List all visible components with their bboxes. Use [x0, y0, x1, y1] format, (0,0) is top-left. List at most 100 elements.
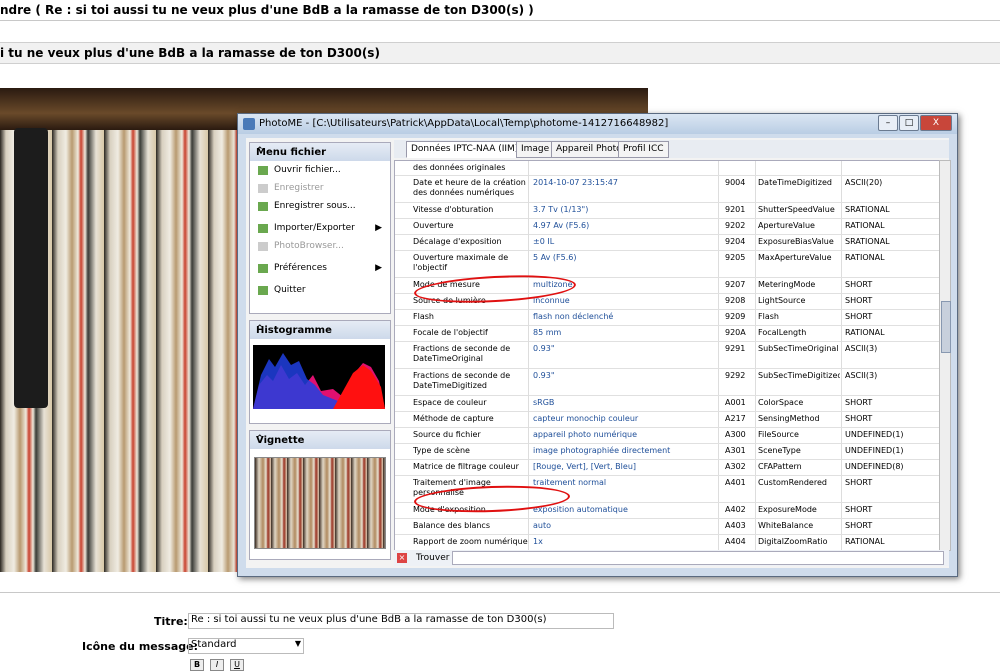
- row-type: RATIONAL: [845, 537, 885, 546]
- menu-item-label: Ouvrir fichier...: [274, 165, 341, 175]
- row-value: ±0 IL: [528, 235, 723, 252]
- row-type: SHORT: [845, 398, 873, 407]
- menu-item[interactable]: PhotoBrowser...: [250, 237, 390, 255]
- page-header: ndre ( Re : si toi aussi tu ne veux plus…: [0, 0, 1000, 21]
- table-row[interactable]: Espace de couleur sRGB A001 ColorSpace SHORT: [395, 396, 940, 413]
- row-name: Méthode de capture: [413, 414, 494, 423]
- row-name: Date et heure de la création des données…: [413, 178, 526, 197]
- row-type: SHORT: [845, 312, 873, 321]
- menu-item-icon: [258, 166, 268, 175]
- menu-item-icon: [258, 264, 268, 273]
- menu-item[interactable]: Enregistrer sous...: [250, 197, 390, 215]
- file-menu-panel: Menu fichier ⌃ Ouvrir fichier... Enregist…: [249, 142, 391, 314]
- menu-item-label: Préférences: [274, 263, 327, 273]
- row-value: exposition automatique: [528, 503, 723, 520]
- row-type: UNDEFINED(1): [845, 430, 904, 439]
- find-bar: × Trouver :: [394, 550, 949, 566]
- row-tag-name: ExposureMode: [758, 505, 817, 514]
- row-type: ASCII(3): [845, 371, 878, 380]
- close-find-icon[interactable]: ×: [397, 553, 407, 563]
- row-tag-name: MeteringMode: [758, 280, 816, 289]
- menu-item-label: Quitter: [274, 285, 306, 295]
- message-icon-value: Standard: [191, 639, 237, 650]
- table-row[interactable]: Rapport de zoom numérique 1x A404 DigitalZo…: [395, 535, 940, 550]
- table-row[interactable]: Ouverture 4.97 Av (F5.6) 9202 ApertureValue…: [395, 219, 940, 236]
- table-row[interactable]: Flash flash non déclenché 9209 Flash SHORT: [395, 310, 940, 327]
- close-button[interactable]: X: [920, 115, 952, 131]
- thumbnail-header: Vignette ⌃: [250, 431, 390, 449]
- row-value: 5 Av (F5.6): [528, 251, 723, 279]
- row-name: des données originales: [413, 163, 506, 172]
- page-header-title: ndre ( Re : si toi aussi tu ne veux plus…: [0, 3, 534, 17]
- row-tag-name: DigitalZoomRatio: [758, 537, 828, 546]
- histogram-header: Histogramme ⌃: [250, 321, 390, 339]
- tab-camera[interactable]: Appareil Photo: [551, 141, 627, 158]
- exif-scrollbar[interactable]: [939, 160, 951, 551]
- row-name: Espace de couleur: [413, 398, 487, 407]
- row-tag-name: ApertureValue: [758, 221, 815, 230]
- table-row[interactable]: Matrice de filtrage couleur [Rouge, Vert]…: [395, 460, 940, 477]
- menu-item-icon: [258, 184, 268, 193]
- minimize-button[interactable]: –: [878, 115, 898, 131]
- row-value: auto: [528, 519, 723, 536]
- message-icon-label: Icône du message:: [82, 640, 198, 653]
- submenu-arrow-icon: ▶: [375, 223, 382, 233]
- row-name: Balance des blancs: [413, 521, 490, 530]
- row-value: 0.93": [528, 369, 723, 397]
- submenu-arrow-icon: ▶: [375, 263, 382, 273]
- row-value: sRGB: [528, 396, 723, 413]
- menu-item[interactable]: Quitter: [250, 281, 390, 299]
- table-row[interactable]: Ouverture maximale de l'objectif 5 Av (F5…: [395, 251, 940, 279]
- bold-button[interactable]: B: [190, 659, 204, 671]
- row-tag-name: ColorSpace: [758, 398, 804, 407]
- collapse-icon[interactable]: ⌃: [256, 434, 386, 444]
- table-row[interactable]: Source du fichier appareil photo numériqu…: [395, 428, 940, 445]
- row-type: UNDEFINED(8): [845, 462, 904, 471]
- row-type: SRATIONAL: [845, 237, 890, 246]
- histogram-red-peak: [333, 365, 385, 409]
- menu-item[interactable]: Importer/Exporter ▶: [250, 219, 390, 237]
- collapse-icon[interactable]: ⌃: [256, 324, 386, 334]
- row-name: Matrice de filtrage couleur: [413, 462, 519, 471]
- table-row[interactable]: Décalage d'exposition ±0 IL 9204 ExposureBi…: [395, 235, 940, 252]
- underline-button[interactable]: U: [230, 659, 244, 671]
- table-row[interactable]: Focale de l'objectif 85 mm 920A FocalLength…: [395, 326, 940, 343]
- table-row[interactable]: des données originales: [395, 161, 940, 177]
- message-icon-select[interactable]: Standard ▼: [188, 638, 304, 654]
- table-row[interactable]: Méthode de capture capteur monochip coule…: [395, 412, 940, 429]
- table-row[interactable]: Date et heure de la création des données…: [395, 176, 940, 204]
- histogram-graph: [253, 345, 385, 409]
- tab-icc-profile[interactable]: Profil ICC: [618, 141, 669, 158]
- table-row[interactable]: Vitesse d'obturation 3.7 Tv (1/13") 9201 Sh…: [395, 203, 940, 220]
- menu-item[interactable]: Enregistrer: [250, 179, 390, 197]
- maximize-button[interactable]: □: [899, 115, 919, 131]
- find-input[interactable]: [452, 551, 944, 565]
- collapse-icon[interactable]: ⌃: [256, 146, 386, 156]
- row-value: [Rouge, Vert], [Vert, Bleu]: [528, 460, 723, 477]
- row-value: capteur monochip couleur: [528, 412, 723, 429]
- table-row[interactable]: Fractions de seconde de DateTimeOriginal…: [395, 342, 940, 370]
- window-titlebar[interactable]: PhotoME - [C:\Utilisateurs\Patrick\AppDa…: [238, 114, 957, 134]
- window-client: Menu fichier ⌃ Ouvrir fichier... Enregist…: [246, 138, 951, 568]
- row-value: inconnue: [528, 294, 723, 311]
- row-tag-name: SceneType: [758, 446, 801, 455]
- row-value: image photographiée directement: [528, 444, 723, 461]
- tab-iptc[interactable]: Données IPTC-NAA (IIM): [406, 141, 524, 158]
- menu-item[interactable]: Ouvrir fichier...: [250, 161, 390, 179]
- table-row[interactable]: Fractions de seconde de DateTimeDigitize…: [395, 369, 940, 397]
- title-input[interactable]: Re : si toi aussi tu ne veux plus d'une …: [188, 613, 614, 629]
- menu-item-icon: [258, 286, 268, 295]
- row-type: SRATIONAL: [845, 205, 890, 214]
- tab-image[interactable]: Image: [516, 141, 555, 158]
- menu-item[interactable]: Préférences ▶: [250, 259, 390, 277]
- menu-item-label: Importer/Exporter: [274, 223, 355, 233]
- row-type: SHORT: [845, 414, 873, 423]
- menu-item-label: PhotoBrowser...: [274, 241, 344, 251]
- row-name: Rapport de zoom numérique: [413, 537, 528, 546]
- italic-button[interactable]: I: [210, 659, 224, 671]
- table-row[interactable]: Balance des blancs auto A403 WhiteBalance SH…: [395, 519, 940, 536]
- title-label: Titre:: [154, 615, 188, 628]
- scrollbar-thumb[interactable]: [941, 301, 951, 353]
- row-name: Ouverture: [413, 221, 454, 230]
- table-row[interactable]: Type de scène image photographiée directe…: [395, 444, 940, 461]
